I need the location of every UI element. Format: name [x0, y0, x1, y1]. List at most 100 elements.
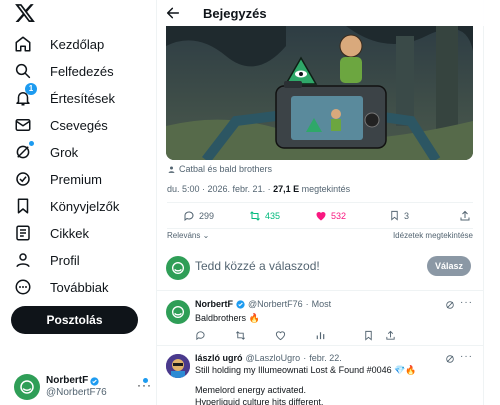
more-horizontal-icon[interactable]: ···	[460, 351, 473, 362]
x-logo-icon[interactable]	[14, 2, 36, 24]
dot-separator: ·	[305, 299, 309, 309]
bookmark-icon[interactable]	[363, 330, 374, 341]
avatar	[166, 354, 190, 378]
divider	[157, 345, 483, 346]
reply-icon	[184, 211, 194, 221]
avatar	[14, 374, 40, 400]
sidebar-item-label: Értesítések	[50, 90, 116, 106]
sidebar-item-label: Premium	[50, 171, 103, 187]
search-icon	[12, 60, 34, 82]
bookmark-count: 3	[404, 210, 410, 221]
chevron-down-icon: ⌄	[202, 231, 210, 240]
sort-label: Releváns	[167, 231, 201, 240]
sidebar-item-premium[interactable]: Premium	[12, 166, 102, 192]
sort-dropdown[interactable]: Releváns ⌄	[167, 231, 209, 240]
profile-icon	[12, 249, 34, 271]
reply-icon[interactable]	[195, 330, 206, 341]
sidebar-item-label: Továbbiak	[50, 279, 109, 295]
reply-author-name[interactable]: lászló ugró	[195, 353, 243, 363]
sidebar-item-articles[interactable]: Cikkek	[12, 220, 89, 246]
avatar	[166, 256, 190, 280]
bookmark-icon	[391, 210, 398, 221]
sidebar-item-label: Kezdőlap	[50, 36, 105, 52]
post-meta: du. 5:00 · 2026. febr. 21. · 27,1 E megt…	[167, 184, 350, 194]
bookmark-action[interactable]: 3	[389, 210, 409, 221]
view-count-label: megtekintés	[299, 184, 351, 194]
post-image[interactable]	[166, 26, 473, 160]
reply-item[interactable]: NorbertF @NorbertF76 · Most ··· Baldbrot…	[157, 294, 485, 344]
account-switcher[interactable]: NorbertF @NorbertF76 ···	[14, 372, 154, 402]
page-scrollbar[interactable]	[484, 0, 500, 405]
account-handle: @NorbertF76	[46, 387, 107, 398]
analytics-icon[interactable]	[315, 330, 326, 341]
post-detail-column: Bejegyzés Catbal és bald brothers du. 5:…	[156, 0, 485, 405]
heart-icon[interactable]	[275, 330, 286, 341]
reply-author-handle[interactable]: @LaszloUgro	[246, 353, 301, 363]
reply-sort-row: Releváns ⌄ Idézetek megtekintése	[167, 231, 473, 243]
sidebar-item-notifications[interactable]: 1 Értesítések	[12, 83, 116, 111]
new-dot	[143, 378, 148, 383]
grok-icon[interactable]	[445, 300, 455, 310]
more-circle-icon	[12, 276, 34, 298]
sidebar-nav: Kezdőlap Felfedezés 1 Értesítések Cseveg…	[0, 0, 155, 405]
post-header: Bejegyzés	[157, 0, 485, 26]
reply-text-line: Hyperliquid culture hits different.	[195, 397, 324, 405]
sidebar-item-explore[interactable]: Felfedezés	[12, 58, 114, 84]
verified-badge-icon	[90, 376, 99, 386]
verified-badge-icon	[236, 299, 245, 309]
reply-text: Baldbrothers 🔥	[195, 313, 260, 323]
view-quotes-link[interactable]: Idézetek megtekintése	[393, 231, 473, 240]
reply-time[interactable]: Most	[312, 299, 332, 309]
back-arrow-icon[interactable]	[165, 5, 181, 21]
reply-text-line: Still holding my Illumeownati Lost & Fou…	[195, 365, 417, 375]
image-caption[interactable]: Catbal és bald brothers	[167, 164, 272, 174]
sidebar-item-label: Könyvjelzők	[50, 198, 120, 214]
sidebar-item-bookmarks[interactable]: Könyvjelzők	[12, 193, 119, 219]
bookmark-icon	[12, 195, 34, 217]
grok-icon	[12, 141, 34, 163]
page-title: Bejegyzés	[203, 5, 267, 21]
share-action[interactable]	[459, 210, 471, 222]
repost-icon	[250, 211, 260, 221]
home-icon	[12, 33, 34, 55]
sidebar-item-label: Csevegés	[50, 117, 108, 133]
reply-author-name[interactable]: NorbertF	[195, 299, 233, 309]
repost-icon[interactable]	[235, 330, 246, 341]
reply-text-line: Memelord energy activated.	[195, 385, 307, 395]
divider	[167, 228, 473, 229]
reply-composer: Tedd közzé a válaszod! Válasz	[157, 250, 485, 284]
verified-icon	[12, 168, 34, 190]
heart-filled-icon	[316, 212, 326, 221]
repost-action[interactable]: 435	[249, 210, 280, 222]
notification-badge: 1	[25, 83, 37, 95]
reply-item[interactable]: lászló ugró @LaszloUgro · febr. 22. ··· …	[157, 348, 485, 405]
view-count: 27,1 E	[273, 184, 300, 194]
sidebar-item-profile[interactable]: Profil	[12, 247, 80, 273]
share-icon	[460, 210, 470, 221]
new-dot	[29, 141, 34, 146]
sidebar-item-home[interactable]: Kezdőlap	[12, 31, 104, 57]
like-action[interactable]: 532	[315, 210, 346, 222]
sidebar-item-label: Grok	[50, 144, 79, 160]
reply-input[interactable]: Tedd közzé a válaszod!	[195, 259, 320, 273]
grok-icon[interactable]	[445, 354, 455, 364]
reply-count: 299	[199, 211, 215, 221]
reply-text: Still holding my Illumeownati Lost & Fou…	[195, 364, 417, 405]
share-icon[interactable]	[385, 330, 396, 341]
sidebar-item-label: Cikkek	[50, 225, 90, 241]
repost-count: 435	[265, 211, 281, 221]
sidebar-item-more[interactable]: Továbbiak	[12, 274, 109, 300]
sidebar-item-grok[interactable]: Grok	[12, 139, 78, 165]
reply-actions	[195, 330, 467, 342]
sidebar-item-chat[interactable]: Csevegés	[12, 112, 108, 138]
article-icon	[12, 222, 34, 244]
avatar	[166, 300, 190, 324]
sidebar-item-label: Felfedezés	[50, 63, 114, 79]
reply-author-handle[interactable]: @NorbertF76	[248, 299, 303, 309]
more-horizontal-icon[interactable]: ···	[460, 297, 473, 308]
reply-time[interactable]: febr. 22.	[309, 353, 342, 363]
reply-action[interactable]: 299	[183, 210, 214, 222]
post-button[interactable]: Posztolás	[11, 306, 138, 334]
post-timestamp[interactable]: du. 5:00 · 2026. febr. 21. ·	[167, 184, 273, 194]
reply-button[interactable]: Válasz	[427, 256, 471, 276]
